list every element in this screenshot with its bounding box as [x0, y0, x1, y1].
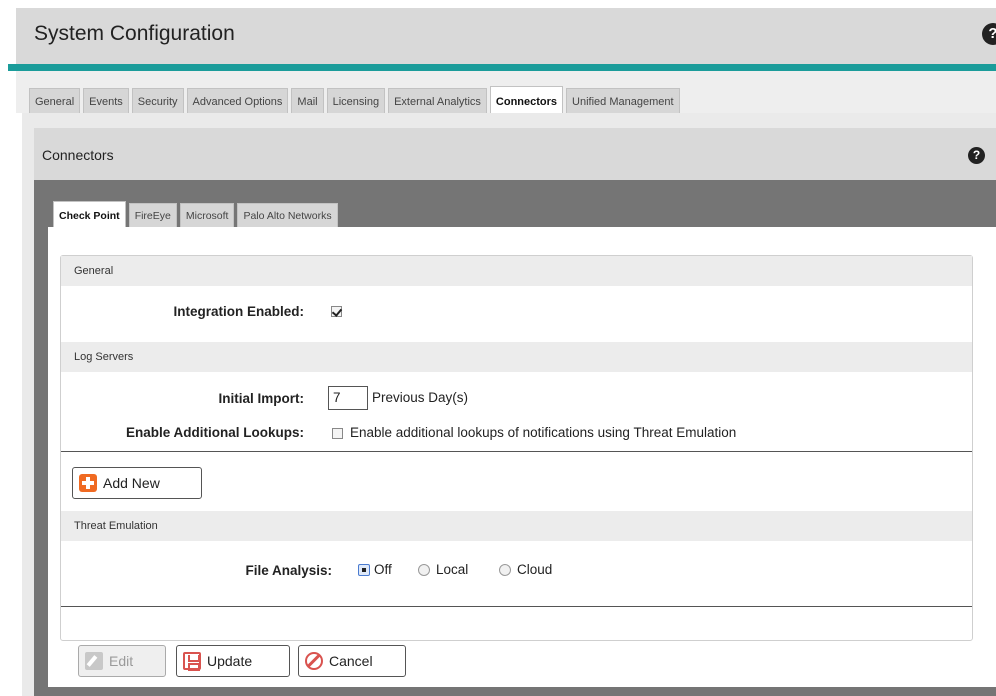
tab-security[interactable]: Security — [131, 88, 184, 114]
additional-lookups-text: Enable additional lookups of notificatio… — [350, 425, 737, 440]
panel-footer — [48, 687, 996, 696]
file-analysis-local-radio[interactable] — [418, 564, 430, 576]
integration-enabled-label: Integration Enabled: — [173, 304, 304, 319]
edit-label: Edit — [109, 653, 134, 669]
tab-palo-alto-networks[interactable]: Palo Alto Networks — [237, 203, 338, 228]
divider — [61, 451, 972, 452]
tab-events[interactable]: Events — [83, 88, 129, 114]
update-label: Update — [207, 653, 253, 669]
save-icon — [183, 652, 201, 671]
section-log-servers-header: Log Servers — [61, 342, 972, 372]
tab-advanced-options[interactable]: Advanced Options — [186, 88, 289, 114]
integration-enabled-checkbox[interactable] — [331, 306, 342, 317]
file-analysis-cloud-radio[interactable] — [499, 564, 511, 576]
edit-button[interactable]: Edit — [78, 645, 166, 677]
add-new-button[interactable]: Add New — [72, 467, 202, 499]
file-analysis-cloud-label: Cloud — [517, 562, 553, 577]
plus-icon — [79, 474, 97, 492]
main-tabs: General Events Security Advanced Options… — [29, 86, 680, 114]
tab-microsoft[interactable]: Microsoft — [179, 203, 235, 228]
tab-unified-management[interactable]: Unified Management — [566, 88, 680, 114]
initial-import-label: Initial Import: — [218, 391, 305, 406]
divider — [61, 606, 972, 607]
tab-mail[interactable]: Mail — [291, 88, 324, 114]
panel-header — [34, 128, 996, 180]
panel-help-icon[interactable]: ? — [968, 147, 985, 164]
section-threat-emulation-header: Threat Emulation — [61, 511, 972, 541]
section-general-header: General — [61, 256, 972, 286]
edit-icon — [85, 652, 103, 670]
tab-licensing[interactable]: Licensing — [326, 88, 386, 114]
file-analysis-off-radio[interactable] — [358, 564, 370, 576]
additional-lookups-label: Enable Additional Lookups: — [126, 425, 304, 440]
file-analysis-label: File Analysis: — [245, 563, 332, 578]
accent-bar — [8, 64, 996, 71]
panel-title: Connectors — [42, 147, 114, 163]
cancel-label: Cancel — [329, 653, 373, 669]
tab-external-analytics[interactable]: External Analytics — [388, 88, 487, 114]
page-title: System Configuration — [34, 22, 235, 45]
connector-tabs: Check Point FireEye Microsoft Palo Alto … — [53, 201, 338, 228]
additional-lookups-checkbox[interactable] — [332, 428, 343, 439]
tab-connectors[interactable]: Connectors — [489, 86, 564, 114]
cancel-button[interactable]: Cancel — [298, 645, 406, 677]
file-analysis-off-label: Off — [374, 562, 392, 577]
tab-check-point[interactable]: Check Point — [53, 201, 126, 228]
initial-import-input[interactable]: 7 — [328, 386, 368, 410]
update-button[interactable]: Update — [176, 645, 290, 677]
add-new-label: Add New — [103, 475, 160, 491]
file-analysis-local-label: Local — [436, 562, 469, 577]
tab-general[interactable]: General — [29, 88, 81, 114]
initial-import-suffix: Previous Day(s) — [372, 390, 469, 405]
cancel-icon — [305, 652, 323, 670]
tab-fireeye[interactable]: FireEye — [128, 203, 177, 228]
